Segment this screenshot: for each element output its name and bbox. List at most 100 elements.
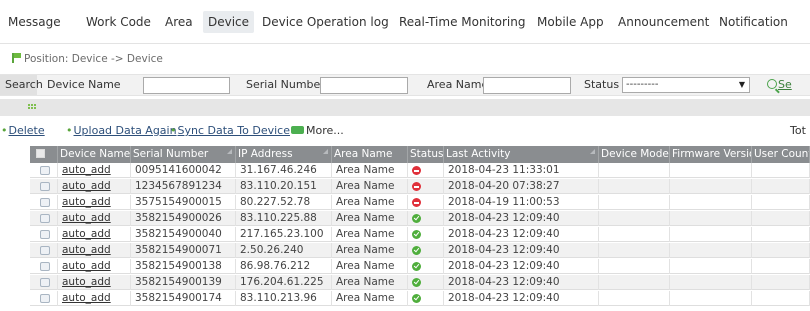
area-name-cell: Area Name bbox=[332, 275, 408, 290]
tab-announcement[interactable]: Announcement bbox=[618, 11, 709, 33]
status-cell bbox=[408, 243, 444, 258]
table-row[interactable]: auto_add 3582154900026 83.110.225.88 Area N… bbox=[30, 211, 810, 226]
device-model-cell bbox=[599, 163, 670, 178]
row-checkbox[interactable] bbox=[40, 262, 50, 271]
row-checkbox[interactable] bbox=[40, 230, 50, 239]
tab-work-code[interactable]: Work Code bbox=[86, 11, 151, 33]
table-row[interactable]: auto_add 3582154900138 86.98.76.212 Area Na… bbox=[30, 259, 810, 274]
grid-icon[interactable] bbox=[28, 104, 36, 111]
row-checkbox[interactable] bbox=[40, 246, 50, 255]
firmware-version-cell bbox=[670, 259, 752, 274]
tab-real-time-monitoring[interactable]: Real-Time Monitoring bbox=[399, 11, 525, 33]
delete-label: Delete bbox=[8, 124, 45, 137]
status-cell bbox=[408, 275, 444, 290]
device-name-cell[interactable]: auto_add bbox=[58, 291, 131, 306]
delete-link[interactable]: •Delete bbox=[1, 123, 45, 139]
ip-address-cell: 2.50.26.240 bbox=[236, 243, 332, 258]
bullet-icon: • bbox=[66, 124, 73, 137]
table-row[interactable]: auto_add 0095141600042 31.167.46.246 Area N… bbox=[30, 163, 810, 178]
area-name-input[interactable] bbox=[483, 77, 571, 94]
breadcrumb: Position: Device -> Device bbox=[12, 52, 163, 66]
device-name-cell[interactable]: auto_add bbox=[58, 259, 131, 274]
device-name-cell[interactable]: auto_add bbox=[58, 211, 131, 226]
search-button-label: Se bbox=[778, 78, 792, 91]
serial-number-cell: 3582154900040 bbox=[131, 227, 236, 242]
firmware-version-cell bbox=[670, 243, 752, 258]
device-name-cell[interactable]: auto_add bbox=[58, 227, 131, 242]
last-activity-cell: 2018-04-23 11:33:01 bbox=[444, 163, 599, 178]
row-checkbox[interactable] bbox=[40, 166, 50, 175]
status-cell bbox=[408, 259, 444, 274]
row-checkbox-cell bbox=[30, 291, 58, 306]
breadcrumb-text: Position: Device -> Device bbox=[24, 53, 163, 65]
search-icon bbox=[767, 79, 777, 89]
col-ip-address[interactable]: IP Address bbox=[236, 146, 332, 163]
message-icon bbox=[291, 126, 304, 134]
col-firmware-version[interactable]: Firmware Version bbox=[670, 146, 752, 163]
row-checkbox-cell bbox=[30, 179, 58, 194]
upload-data-again-link[interactable]: •Upload Data Again bbox=[66, 123, 177, 139]
col-status[interactable]: Status bbox=[408, 146, 444, 163]
table-row[interactable]: auto_add 1234567891234 83.110.20.151 Area N… bbox=[30, 179, 810, 194]
table-row[interactable]: auto_add 3582154900139 176.204.61.225 Area … bbox=[30, 275, 810, 290]
more-button[interactable]: More... bbox=[291, 123, 344, 139]
sort-icon bbox=[323, 149, 328, 154]
serial-number-input[interactable] bbox=[320, 77, 408, 94]
row-checkbox-cell bbox=[30, 259, 58, 274]
last-activity-cell: 2018-04-23 12:09:40 bbox=[444, 291, 599, 306]
col-serial-number[interactable]: Serial Number bbox=[131, 146, 236, 163]
table-row[interactable]: auto_add 3582154900071 2.50.26.240 Area Nam… bbox=[30, 243, 810, 258]
search-button[interactable]: Se bbox=[767, 75, 792, 95]
device-name-cell[interactable]: auto_add bbox=[58, 275, 131, 290]
user-count-cell bbox=[752, 275, 810, 290]
area-name-cell: Area Name bbox=[332, 211, 408, 226]
dropdown-arrow-icon: ▼ bbox=[738, 80, 745, 89]
col-label: Area Name bbox=[334, 148, 393, 160]
ip-address-cell: 83.110.213.96 bbox=[236, 291, 332, 306]
row-checkbox[interactable] bbox=[40, 278, 50, 287]
area-name-cell: Area Name bbox=[332, 259, 408, 274]
device-model-cell bbox=[599, 211, 670, 226]
status-select[interactable]: --------- ▼ bbox=[622, 77, 750, 93]
offline-status-icon bbox=[412, 166, 421, 175]
device-name-cell[interactable]: auto_add bbox=[58, 195, 131, 210]
table-row[interactable]: auto_add 3575154900015 80.227.52.78 Area Na… bbox=[30, 195, 810, 210]
device-model-cell bbox=[599, 179, 670, 194]
row-checkbox[interactable] bbox=[40, 214, 50, 223]
area-name-cell: Area Name bbox=[332, 179, 408, 194]
top-nav: Message Work Code Area Device Device Ope… bbox=[0, 0, 810, 44]
ip-address-cell: 83.110.225.88 bbox=[236, 211, 332, 226]
ip-address-cell: 80.227.52.78 bbox=[236, 195, 332, 210]
firmware-version-cell bbox=[670, 195, 752, 210]
select-all-checkbox[interactable] bbox=[36, 149, 45, 158]
row-checkbox[interactable] bbox=[40, 182, 50, 191]
serial-number-cell: 3582154900139 bbox=[131, 275, 236, 290]
serial-number-cell: 3582154900174 bbox=[131, 291, 236, 306]
device-name-cell[interactable]: auto_add bbox=[58, 163, 131, 178]
sync-data-link[interactable]: •Sync Data To Device bbox=[170, 123, 290, 139]
row-checkbox[interactable] bbox=[40, 198, 50, 207]
tab-area[interactable]: Area bbox=[165, 11, 193, 33]
last-activity-cell: 2018-04-23 12:09:40 bbox=[444, 259, 599, 274]
select-all-cell bbox=[30, 146, 58, 163]
table-row[interactable]: auto_add 3582154900174 83.110.213.96 Area N… bbox=[30, 291, 810, 306]
device-name-cell[interactable]: auto_add bbox=[58, 243, 131, 258]
col-label: Device Model bbox=[601, 148, 670, 160]
online-status-icon bbox=[412, 214, 421, 223]
row-checkbox[interactable] bbox=[40, 294, 50, 303]
tab-device-operation-log[interactable]: Device Operation log bbox=[262, 11, 389, 33]
serial-number-cell: 3575154900015 bbox=[131, 195, 236, 210]
tab-notification[interactable]: Notification bbox=[719, 11, 788, 33]
tab-message[interactable]: Message bbox=[8, 11, 61, 33]
online-status-icon bbox=[412, 230, 421, 239]
table-row[interactable]: auto_add 3582154900040 217.165.23.100 Area … bbox=[30, 227, 810, 242]
col-user-count[interactable]: User Count bbox=[752, 146, 810, 163]
col-device-name[interactable]: Device Name bbox=[58, 146, 131, 163]
tab-device[interactable]: Device bbox=[203, 11, 255, 33]
device-name-input[interactable] bbox=[143, 77, 230, 94]
col-area-name[interactable]: Area Name bbox=[332, 146, 408, 163]
tab-mobile-app[interactable]: Mobile App bbox=[537, 11, 604, 33]
col-last-activity[interactable]: Last Activity bbox=[444, 146, 599, 163]
col-device-model[interactable]: Device Model bbox=[599, 146, 670, 163]
device-name-cell[interactable]: auto_add bbox=[58, 179, 131, 194]
